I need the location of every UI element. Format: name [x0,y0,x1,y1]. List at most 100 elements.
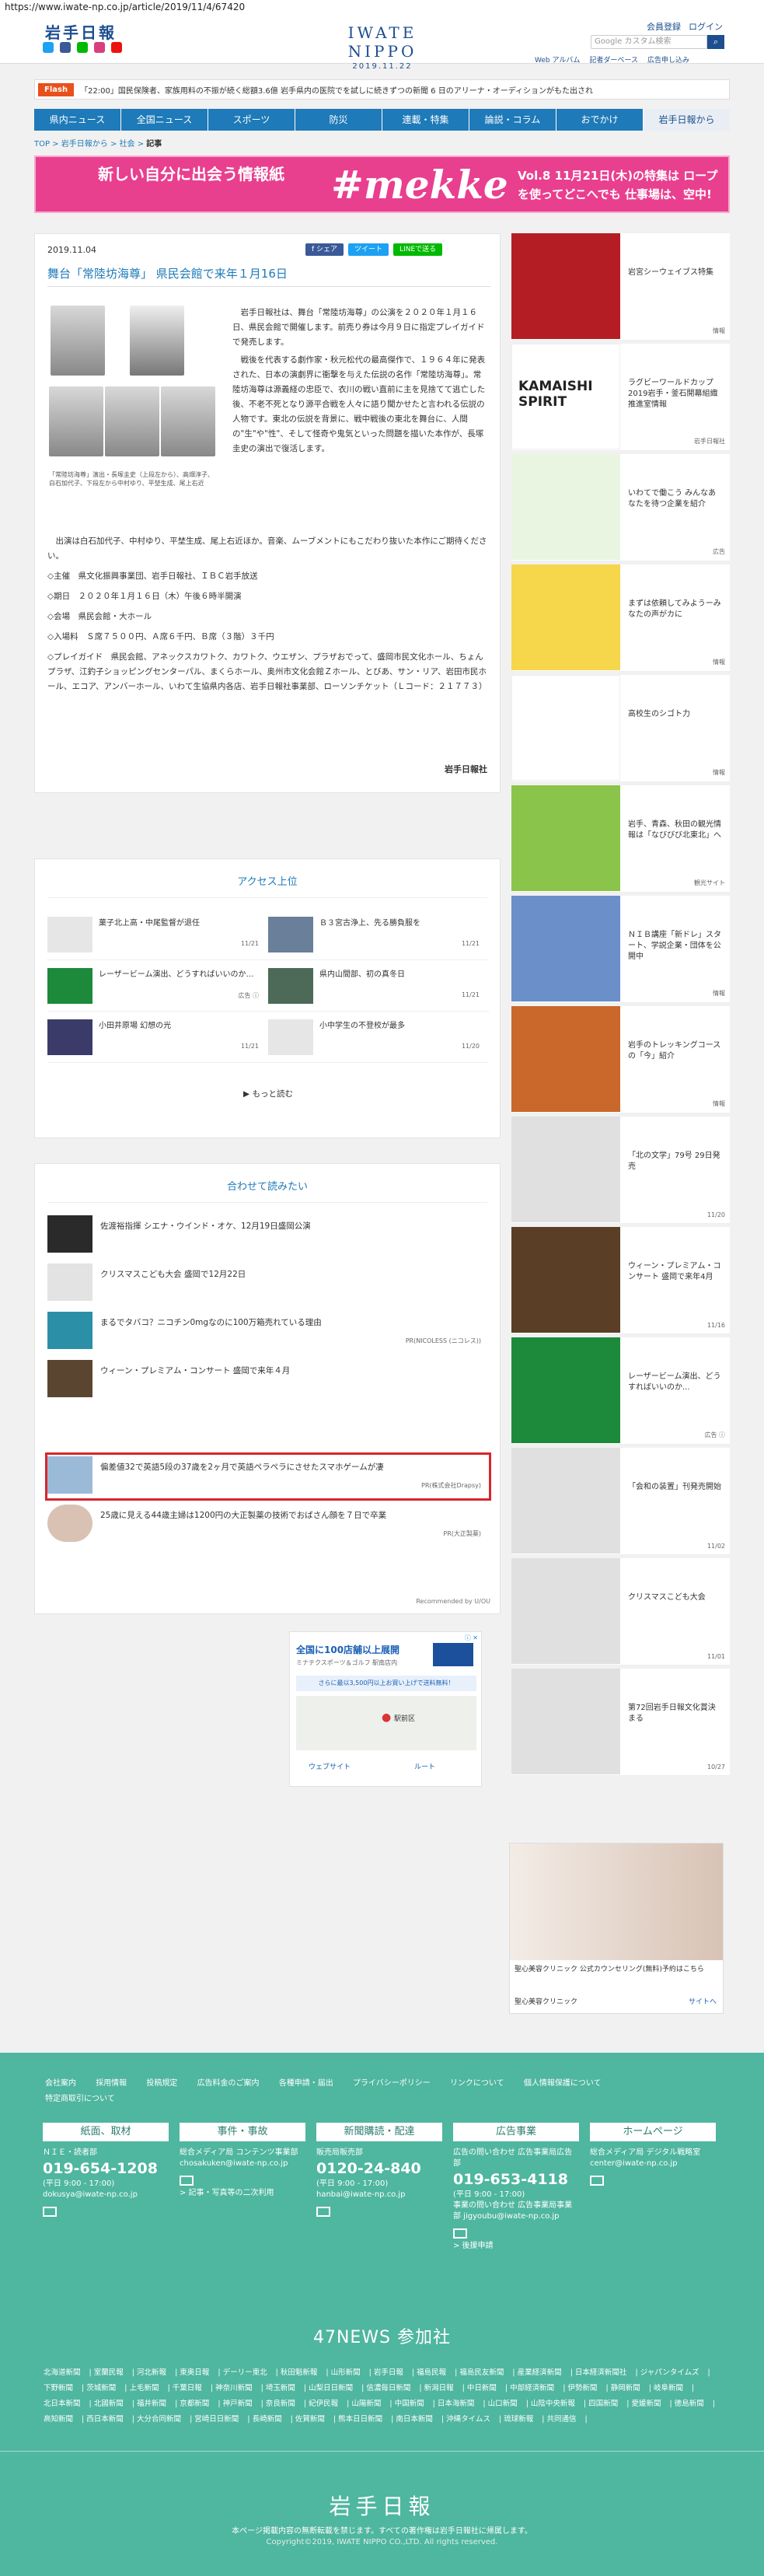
sidebar-item[interactable]: 岩手のトレッキングコースの「今」紹介 情報 [511,1006,730,1113]
access-item[interactable]: 県内山間部、初の真冬日 11/21 [268,960,489,1012]
partner-paper-link[interactable]: 神奈川新聞 [215,2384,253,2392]
partner-paper-link[interactable]: 茨城新聞 [86,2384,116,2392]
browser-url-bar[interactable]: https://www.iwate-np.co.jp/article/2019/… [0,0,764,14]
partner-paper-link[interactable]: 中日新聞 [467,2384,497,2392]
partner-paper-link[interactable]: 長崎新聞 [253,2415,282,2424]
partner-paper-link[interactable]: 千葉日報 [173,2384,202,2392]
partner-paper-link[interactable]: 上毛新聞 [130,2384,159,2392]
breadcrumb-link[interactable]: TOP [34,140,50,149]
footer-link[interactable]: リンクについて [450,2079,504,2088]
mail-icon[interactable] [180,2176,194,2186]
partner-paper-link[interactable]: 信濃毎日新聞 [366,2384,410,2392]
sidebar-item[interactable]: 「会和の装置」刊発売開始 11/02 [511,1448,730,1555]
login-link[interactable]: ログイン [689,20,723,33]
more-link[interactable]: ▶ もっと読む [35,1088,501,1099]
sidebar-item[interactable]: 岩宮シーウェイブス特集 情報 [511,233,730,341]
phone-number[interactable]: 0120-24-840 [316,2158,442,2179]
partner-paper-link[interactable]: 産業経済新聞 [518,2368,562,2377]
partner-paper-link[interactable]: 山梨日日新聞 [309,2384,353,2392]
nav-item[interactable]: 論説・コラム [469,109,556,131]
partner-paper-link[interactable]: 山形新聞 [331,2368,361,2377]
sidebar-item[interactable]: まずは依頼してみようーみなたの声がカに 情報 [511,564,730,672]
sidebar-ad[interactable]: 聖心美容クリニック 公式カウンセリング(無料)予約はこちら 聖心美容クリニック … [509,1843,724,2014]
youtube-icon[interactable] [111,42,122,53]
related-item[interactable]: 25歳に見える44歳主婦は1200円の大正製薬の技術でおばさん顔を７日で卒業 P… [47,1503,489,1545]
footer-link[interactable]: 個人情報保護について [524,2079,602,2088]
partner-paper-link[interactable]: 琉球新報 [504,2415,533,2424]
nav-item-active[interactable]: 岩手日報から [644,109,730,131]
footer-link[interactable]: 採用情報 [96,2079,127,2088]
footer-col-email[interactable]: 事業の問い合わせ 広告事業局事業部 jigyoubu@iwate-np.co.j… [453,2200,579,2222]
nav-item[interactable]: 連載・特集 [382,109,469,131]
partner-paper-link[interactable]: ジャパンタイムズ [640,2368,699,2377]
related-item[interactable]: クリスマスこども大会 盛岡で12月22日 [47,1262,489,1304]
related-item[interactable]: ウィーン・プレミアム・コンサート 盛岡で来年４月 [47,1358,489,1400]
footer-link[interactable]: 各種申請・届出 [279,2079,333,2088]
partner-paper-link[interactable]: 南日本新聞 [396,2415,433,2424]
partner-paper-link[interactable]: 沖縄タイムス [446,2415,490,2424]
facebook-icon[interactable] [60,42,71,53]
sidebar-item[interactable]: 第72回岩手日報文化賞決まる 10/27 [511,1669,730,1776]
footer-link[interactable]: プライバシーポリシー [353,2079,431,2088]
partner-paper-link[interactable]: 共同通信 [546,2415,576,2424]
partner-paper-link[interactable]: 徳島新聞 [675,2399,704,2408]
sidebar-item[interactable]: 岩手、青森、秋田の観光情報は「なびびび北東北」へ 観光サイト [511,785,730,893]
partner-paper-link[interactable]: 高知新聞 [44,2415,73,2424]
nav-item[interactable]: 県内ニュース [34,109,121,131]
ad-choices-icon[interactable]: ⓘ ✕ [465,1634,478,1642]
access-item[interactable]: レーザービーム演出、どうすればいいのか… 広告 ⓘ [47,960,268,1012]
facebook-share-button[interactable]: f シェア [305,243,344,256]
partner-paper-link[interactable]: 奈良新聞 [266,2399,295,2408]
partner-paper-link[interactable]: 四国新聞 [588,2399,618,2408]
related-item[interactable]: まるでタバコ？ニコチン0mgなのに100万箱売れている理由 PR(NICOLES… [47,1310,489,1352]
search-input[interactable]: Google カスタム検索 [591,35,707,49]
partner-paper-link[interactable]: 秋田魁新報 [281,2368,318,2377]
footer-link[interactable]: 投稿規定 [146,2079,177,2088]
sidebar-item[interactable]: レーザービーム演出、どうすればいいのか... 広告 ⓘ [511,1337,730,1445]
header-sublink[interactable]: 記者ダーベース [589,54,638,65]
sidebar-item[interactable]: ＮＩＢ講座「新ドレ」スタート、学説企業・団体を公開中 情報 [511,896,730,1003]
phone-number[interactable]: 019-653-4118 [453,2169,579,2190]
partner-paper-link[interactable]: 福井新聞 [137,2399,166,2408]
header-sublink[interactable]: 広告申し込み [647,54,689,65]
map-area[interactable]: ● 駅前区 [296,1696,476,1750]
partner-paper-link[interactable]: 佐賀新聞 [295,2415,325,2424]
nav-item[interactable]: 防災 [295,109,382,131]
partner-paper-link[interactable]: 下野新聞 [44,2384,73,2392]
partner-paper-link[interactable]: 室蘭民報 [94,2368,124,2377]
route-button[interactable]: ルート [414,1761,435,1771]
footer-link[interactable]: 特定商取引について [45,2095,115,2103]
partner-paper-link[interactable]: 伊勢新聞 [567,2384,597,2392]
line-share-button[interactable]: LINEで送る [393,243,443,256]
flash-text[interactable]: 「22:00」国民保険者、家族用料の不振が続く総額3.6億 岩手県内の医院でを試… [80,84,717,96]
partner-paper-link[interactable]: 福島民友新聞 [459,2368,504,2377]
phone-number[interactable]: 019-654-1208 [43,2158,169,2179]
nav-item[interactable]: 全国ニュース [121,109,208,131]
footer-col-email[interactable]: dokusya@iwate-np.co.jp [43,2190,169,2200]
mail-icon[interactable] [590,2176,604,2186]
header-sublink[interactable]: Web アルバム [535,54,580,65]
mail-icon[interactable] [43,2207,57,2217]
nav-item[interactable]: スポーツ [208,109,295,131]
partner-paper-link[interactable]: 紀伊民報 [309,2399,338,2408]
twitter-icon[interactable] [43,42,54,53]
footer-col-email[interactable]: hanbai@iwate-np.co.jp [316,2190,442,2200]
breadcrumb-link[interactable]: 岩手日報から [61,140,108,149]
partner-paper-link[interactable]: 中部経済新聞 [510,2384,554,2392]
partner-paper-link[interactable]: 北日本新聞 [44,2399,81,2408]
related-item[interactable]: 佐渡裕指揮 シエナ・ウインド・オケ、12月19日盛岡公演 [47,1214,489,1256]
partner-paper-link[interactable]: 山陰中央新報 [531,2399,575,2408]
footer-col-link[interactable]: > 後援申請 [453,2241,579,2252]
partner-paper-link[interactable]: 河北新報 [137,2368,166,2377]
sidebar-item[interactable]: クリスマスこども大会 11/01 [511,1558,730,1665]
partner-paper-link[interactable]: 京都新聞 [180,2399,209,2408]
partner-paper-link[interactable]: 山陽新聞 [351,2399,381,2408]
partner-paper-link[interactable]: 岩手日報 [374,2368,403,2377]
mekke-banner[interactable]: 新しい自分に出会う情報紙 #mekke Vol.8 11月21日(木)の特集は … [34,156,730,213]
sidebar-item[interactable]: 「北の文学」79号 29日発売 11/20 [511,1117,730,1224]
tweet-button[interactable]: ツイート [348,243,389,256]
partner-paper-link[interactable]: 福島民報 [417,2368,446,2377]
mail-icon[interactable] [453,2228,467,2239]
footer-col-email[interactable]: chosakuken@iwate-np.co.jp [180,2158,305,2169]
partner-paper-link[interactable]: 西日本新聞 [86,2415,124,2424]
